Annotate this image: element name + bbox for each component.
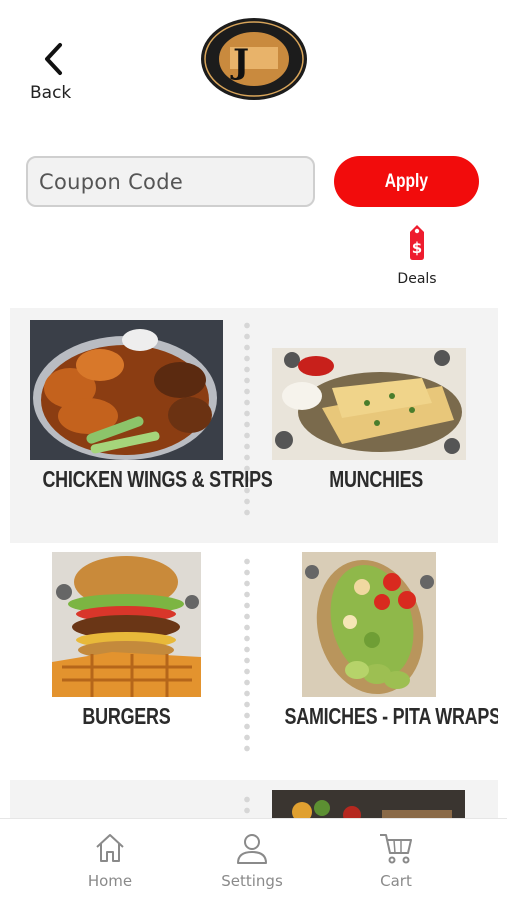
nav-home[interactable]: Home — [65, 831, 155, 890]
category-chicken-wings[interactable]: CHICKEN WINGS & STRIPS — [10, 308, 273, 543]
nav-cart-label: Cart — [380, 872, 412, 890]
category-label: BURGERS — [81, 703, 171, 729]
home-icon — [96, 834, 124, 862]
apply-button-label: Apply — [384, 170, 429, 192]
nav-cart[interactable]: Cart — [351, 831, 441, 890]
column-divider — [243, 556, 251, 756]
chicken-wings-photo — [30, 320, 223, 460]
category-munchies[interactable]: MUNCHIES — [254, 308, 498, 543]
column-divider — [243, 794, 251, 818]
munchies-photo — [272, 348, 466, 460]
cart-icon — [380, 834, 412, 864]
nav-settings-label: Settings — [221, 872, 283, 890]
samiches-photo — [302, 552, 436, 697]
svg-text:J: J — [230, 42, 249, 82]
coupon-code-placeholder: Coupon Code — [39, 169, 184, 194]
category-grid: CHICKEN WINGS & STRIPS MUNCHIES BURGERS … — [10, 308, 498, 818]
apply-button[interactable]: Apply — [334, 156, 479, 207]
deals-label: Deals — [397, 271, 437, 287]
bottom-nav: Home Settings Cart — [0, 818, 507, 900]
price-tag-icon: $ — [410, 225, 424, 260]
nav-home-label: Home — [87, 872, 133, 890]
person-icon — [237, 834, 267, 864]
category-photo-partial[interactable] — [272, 790, 465, 818]
deals-button[interactable]: $ Deals — [392, 222, 442, 297]
category-burgers[interactable]: BURGERS — [10, 544, 242, 778]
brand-logo: J — [200, 17, 308, 101]
category-row — [10, 780, 498, 818]
category-label: SAMICHES - PITA WRAPS — [284, 703, 498, 729]
category-row: CHICKEN WINGS & STRIPS MUNCHIES — [10, 308, 498, 543]
chevron-left-icon — [45, 43, 62, 75]
back-label: Back — [30, 83, 72, 103]
back-button[interactable]: Back — [28, 38, 78, 108]
coupon-code-input[interactable]: Coupon Code — [26, 156, 315, 207]
category-samiches[interactable]: SAMICHES - PITA WRAPS — [254, 544, 498, 778]
category-label: CHICKEN WINGS & STRIPS — [42, 466, 273, 492]
svg-text:$: $ — [412, 239, 422, 257]
category-label: MUNCHIES — [329, 466, 423, 492]
burgers-photo — [52, 552, 201, 697]
category-row: BURGERS SAMICHES - PITA WRAPS — [10, 544, 498, 778]
nav-settings[interactable]: Settings — [207, 831, 297, 890]
